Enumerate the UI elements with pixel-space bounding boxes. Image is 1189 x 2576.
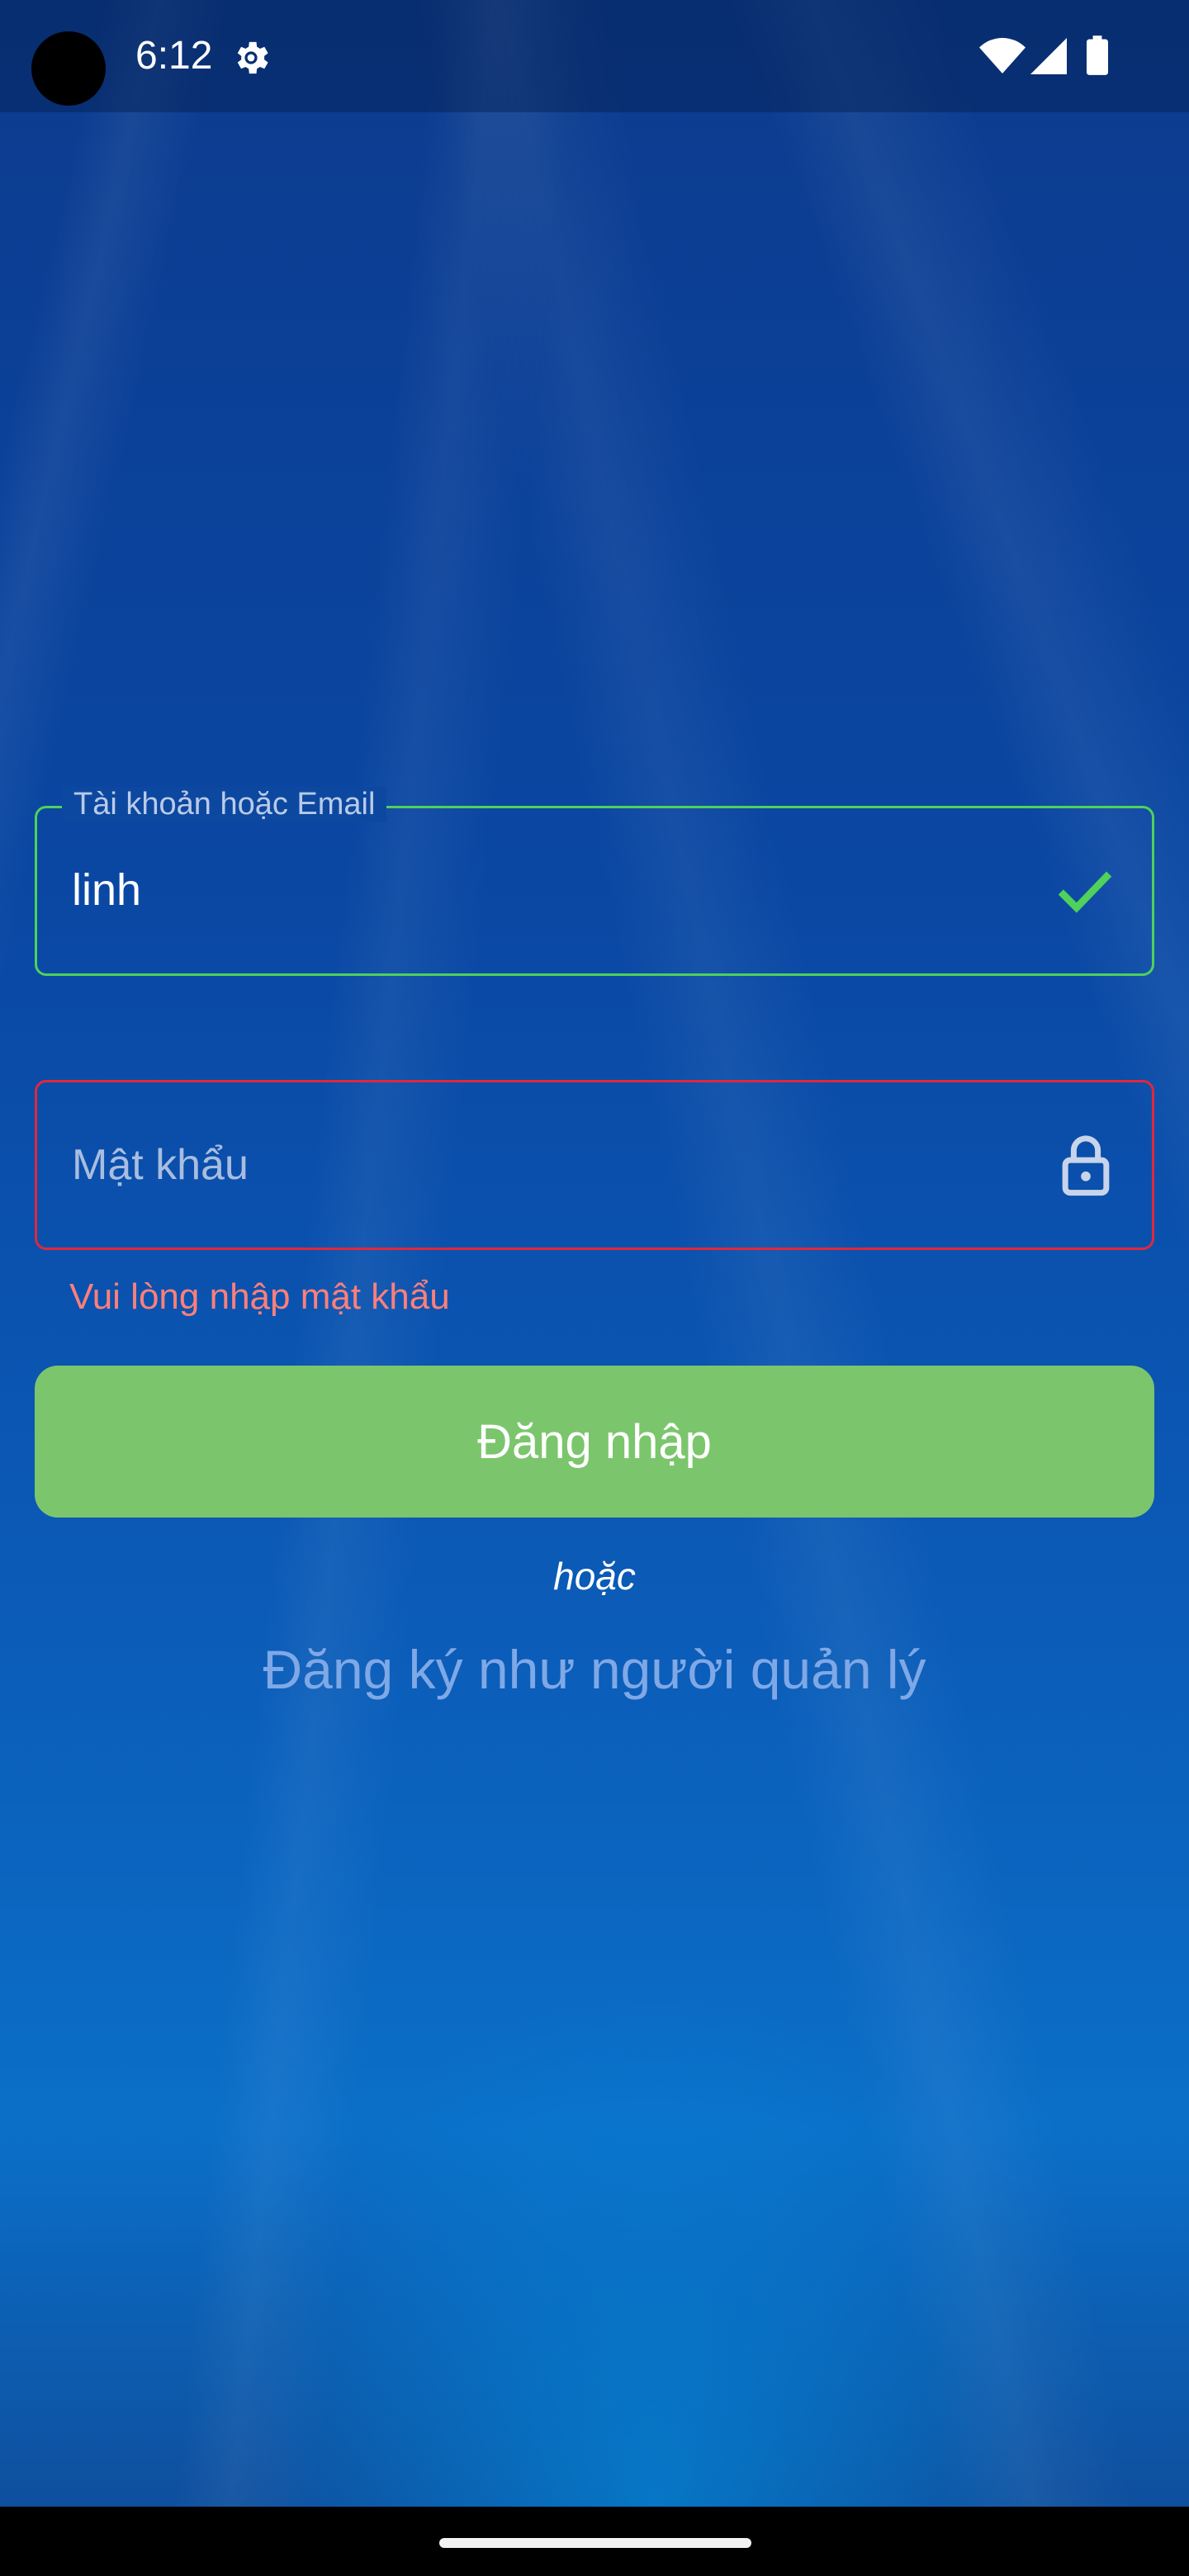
- background: [0, 0, 1189, 2507]
- account-field[interactable]: Tài khoản hoặc Email linh: [35, 787, 1154, 976]
- register-as-admin-link[interactable]: Đăng ký như người quản lý: [0, 1638, 1189, 1701]
- or-separator: hoặc: [553, 1555, 636, 1598]
- navigation-bar: [0, 2507, 1189, 2576]
- check-icon: [1058, 871, 1112, 913]
- password-error-text: Vui lòng nhập mật khẩu: [69, 1276, 450, 1317]
- home-indicator[interactable]: [439, 2538, 751, 2548]
- signal-icon: [1030, 38, 1067, 74]
- camera-cutout: [31, 31, 106, 106]
- lock-icon: [1062, 1135, 1110, 1196]
- account-field-label: Tài khoản hoặc Email: [62, 787, 387, 822]
- gear-icon: [237, 41, 268, 74]
- password-field[interactable]: Mật khẩu: [35, 1080, 1154, 1250]
- password-field-placeholder[interactable]: Mật khẩu: [72, 1140, 249, 1190]
- login-button[interactable]: Đăng nhập: [35, 1366, 1154, 1518]
- wifi-icon: [979, 37, 1026, 73]
- status-bar: 6:12: [0, 0, 1189, 112]
- account-field-value[interactable]: linh: [72, 864, 141, 916]
- battery-icon: [1087, 36, 1108, 75]
- status-time: 6:12: [135, 34, 213, 78]
